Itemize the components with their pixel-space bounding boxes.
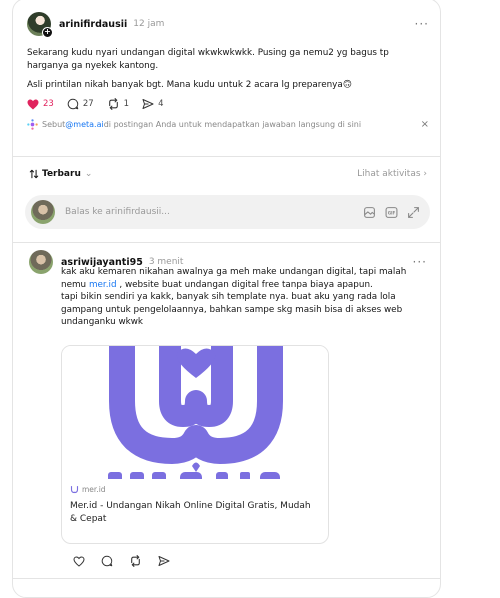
link-site-name: mer.id xyxy=(82,485,106,494)
post-paragraph-1: Sekarang kudu nyari undangan digital wkw… xyxy=(27,48,389,71)
reply-input[interactable]: Balas ke arinifirdausii... xyxy=(65,207,363,217)
svg-text:GIF: GIF xyxy=(388,210,396,215)
link-preview-card[interactable]: mer.id Mer.id - Undangan Nikah Online Di… xyxy=(61,345,329,544)
gif-icon[interactable]: GIF xyxy=(385,206,398,219)
heart-icon[interactable] xyxy=(73,555,85,567)
sort-icon xyxy=(29,169,39,179)
expand-icon[interactable] xyxy=(407,206,420,219)
heart-filled-icon xyxy=(27,99,39,109)
post-text: Sekarang kudu nyari undangan digital wkw… xyxy=(27,47,429,92)
share-button[interactable]: 4 xyxy=(142,98,164,110)
comment-icon[interactable] xyxy=(101,555,113,567)
comment-icon xyxy=(67,98,79,110)
reply-actions xyxy=(73,555,170,567)
close-icon[interactable]: × xyxy=(421,119,429,130)
meta-ai-sparkle-icon xyxy=(27,119,38,130)
sort-dropdown[interactable]: Terbaru xyxy=(42,169,81,179)
meta-ai-hint: Sebut @meta.ai di postingan Anda untuk m… xyxy=(27,119,429,130)
avatar[interactable]: + xyxy=(27,12,53,38)
merid-link[interactable]: mer.id xyxy=(89,280,117,290)
more-options-icon[interactable]: ··· xyxy=(413,255,427,269)
send-icon[interactable] xyxy=(158,555,170,567)
post-header: + arinifirdausii 12 jam ··· xyxy=(27,11,429,38)
reply-text-c: tapi bikin sendiri ya kakk, banyak sih t… xyxy=(61,292,403,327)
link-title[interactable]: Mer.id - Undangan Nikah Online Digital G… xyxy=(70,500,320,525)
divider xyxy=(13,242,440,243)
repost-icon[interactable] xyxy=(129,555,142,567)
post-paragraph-2: Asli printilan nikah banyak bgt. Mana ku… xyxy=(27,80,352,90)
divider xyxy=(13,156,440,157)
meta-hint-prefix: Sebut xyxy=(42,120,66,129)
divider xyxy=(13,578,440,579)
like-button[interactable]: 23 xyxy=(27,99,54,110)
reply-tools: GIF xyxy=(363,206,420,219)
avatar[interactable] xyxy=(29,250,53,274)
post-actions: 23 27 1 4 xyxy=(27,98,429,110)
send-icon xyxy=(142,99,154,109)
reply-text-b: , website buat undangan digital free tan… xyxy=(116,279,373,290)
thread-card: + arinifirdausii 12 jam ··· Sekarang kud… xyxy=(12,0,441,598)
link-meta: mer.id Mer.id - Undangan Nikah Online Di… xyxy=(62,479,328,525)
more-options-icon[interactable]: ··· xyxy=(415,17,429,31)
like-count: 23 xyxy=(43,99,54,109)
main-post: + arinifirdausii 12 jam ··· Sekarang kud… xyxy=(27,11,429,130)
avatar xyxy=(31,200,55,224)
meta-hint-suffix: di postingan Anda untuk mendapatkan jawa… xyxy=(103,120,362,129)
chevron-down-icon[interactable]: ⌄ xyxy=(85,169,93,179)
image-icon[interactable] xyxy=(363,206,376,219)
follow-plus-icon[interactable]: + xyxy=(42,27,53,38)
reply-count: 27 xyxy=(82,99,94,109)
meta-ai-link[interactable]: @meta.ai xyxy=(65,120,103,129)
merid-logo-image xyxy=(108,346,283,479)
reply-composer[interactable]: Balas ke arinifirdausii... GIF xyxy=(25,195,430,229)
reply-post: asriwijayanti95 3 menit ··· kak aku kema… xyxy=(29,250,427,329)
post-username[interactable]: arinifirdausii xyxy=(59,19,127,30)
merid-favicon-icon xyxy=(70,486,79,494)
repost-count: 1 xyxy=(123,99,130,109)
view-activity-link[interactable]: Lihat aktivitas › xyxy=(357,169,427,179)
reply-text: kak aku kemaren nikahan awalnya ga meh m… xyxy=(61,266,427,329)
share-count: 4 xyxy=(158,99,164,109)
repost-button[interactable]: 1 xyxy=(107,98,129,110)
link-site: mer.id xyxy=(70,485,320,494)
sort-row: Terbaru ⌄ Lihat aktivitas › xyxy=(29,169,427,179)
post-time: 12 jam xyxy=(133,19,165,29)
reply-button[interactable]: 27 xyxy=(67,98,94,110)
repost-icon xyxy=(108,98,118,110)
link-preview-image xyxy=(62,346,328,479)
